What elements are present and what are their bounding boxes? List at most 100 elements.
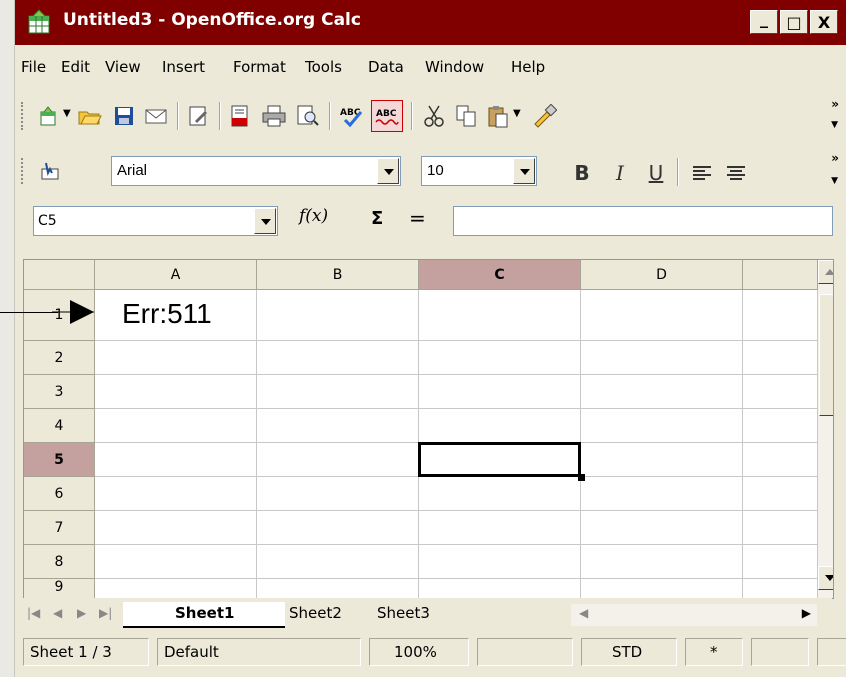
cell-a6[interactable] xyxy=(95,477,257,511)
fill-handle[interactable] xyxy=(578,474,585,481)
menu-help[interactable]: Help xyxy=(511,58,545,76)
tab-sheet2[interactable]: Sheet2 xyxy=(287,602,367,626)
menu-tools[interactable]: Tools xyxy=(305,58,342,76)
cell-e8[interactable] xyxy=(743,545,818,579)
cell-b1[interactable] xyxy=(257,290,419,341)
maximize-button[interactable]: □ xyxy=(780,10,808,34)
status-selection-mode[interactable]: STD xyxy=(581,638,677,666)
status-sheet[interactable]: Sheet 1 / 3 xyxy=(23,638,149,666)
clone-format-icon[interactable] xyxy=(529,101,559,131)
scroll-right-icon[interactable]: ▶ xyxy=(802,606,811,620)
cell-a9[interactable] xyxy=(95,579,257,598)
cell-b2[interactable] xyxy=(257,341,419,375)
function-button[interactable]: = xyxy=(409,206,426,230)
page-preview-icon[interactable] xyxy=(293,101,323,131)
row-header-3[interactable]: 3 xyxy=(24,375,95,409)
cell-c6[interactable] xyxy=(419,477,581,511)
font-size-dropdown-icon[interactable] xyxy=(513,158,535,184)
cell-e1[interactable] xyxy=(743,290,818,341)
underline-button[interactable]: U xyxy=(641,158,671,188)
cell-c3[interactable] xyxy=(419,375,581,409)
column-header-b[interactable]: B xyxy=(257,260,419,290)
cell-a2[interactable] xyxy=(95,341,257,375)
save-icon[interactable] xyxy=(109,101,139,131)
cell-e3[interactable] xyxy=(743,375,818,409)
row-header-2[interactable]: 2 xyxy=(24,341,95,375)
scroll-thumb[interactable] xyxy=(819,294,833,416)
row-header-4[interactable]: 4 xyxy=(24,409,95,443)
cell-d4[interactable] xyxy=(581,409,743,443)
cell-c4[interactable] xyxy=(419,409,581,443)
align-left-button[interactable] xyxy=(687,158,717,188)
spreadsheet-grid[interactable]: A B C D 1 2 3 4 5 6 7 8 9 Err:511 xyxy=(23,259,834,599)
align-center-button[interactable] xyxy=(721,158,751,188)
open-icon[interactable] xyxy=(75,101,105,131)
close-button[interactable]: X xyxy=(810,10,838,34)
cell-b9[interactable] xyxy=(257,579,419,598)
paste-dropdown-icon[interactable]: ▼ xyxy=(513,108,521,119)
prev-sheet-icon[interactable]: ◀ xyxy=(53,606,62,620)
format-toolbar-options-icon[interactable]: ▼ xyxy=(831,176,838,186)
bold-button[interactable]: B xyxy=(567,158,597,188)
italic-button[interactable]: I xyxy=(605,158,635,188)
cell-a5[interactable] xyxy=(95,443,257,477)
cell-d7[interactable] xyxy=(581,511,743,545)
print-icon[interactable] xyxy=(259,101,289,131)
row-header-9[interactable]: 9 xyxy=(24,579,95,598)
menu-file[interactable]: File xyxy=(21,58,46,76)
cell-a8[interactable] xyxy=(95,545,257,579)
menu-insert[interactable]: Insert xyxy=(162,58,205,76)
status-page-style[interactable]: Default xyxy=(157,638,361,666)
last-sheet-icon[interactable]: ▶| xyxy=(99,606,112,620)
toolbar-overflow-icon[interactable]: » xyxy=(831,98,839,110)
menu-data[interactable]: Data xyxy=(368,58,404,76)
email-icon[interactable] xyxy=(141,101,171,131)
scroll-left-icon[interactable]: ◀ xyxy=(579,606,588,620)
cell-b5[interactable] xyxy=(257,443,419,477)
cut-icon[interactable] xyxy=(419,101,449,131)
status-insert-mode[interactable] xyxy=(477,638,573,666)
cell-e9[interactable] xyxy=(743,579,818,598)
cell-c7[interactable] xyxy=(419,511,581,545)
name-box[interactable]: C5 xyxy=(33,206,278,236)
styles-formatting-icon[interactable] xyxy=(35,156,65,186)
cell-d1[interactable] xyxy=(581,290,743,341)
column-header-d[interactable]: D xyxy=(581,260,743,290)
horizontal-scrollbar[interactable]: ◀ ▶ xyxy=(571,604,817,626)
cell-c9[interactable] xyxy=(419,579,581,598)
column-header-c[interactable]: C xyxy=(419,260,581,290)
row-header-6[interactable]: 6 xyxy=(24,477,95,511)
font-name-dropdown-icon[interactable] xyxy=(377,158,399,184)
cell-cursor-c5[interactable] xyxy=(418,442,581,477)
toolbar-options-icon[interactable]: ▼ xyxy=(831,120,838,130)
edit-file-icon[interactable] xyxy=(183,101,213,131)
cell-c2[interactable] xyxy=(419,341,581,375)
cell-e7[interactable] xyxy=(743,511,818,545)
menu-format[interactable]: Format xyxy=(233,58,286,76)
row-header-7[interactable]: 7 xyxy=(24,511,95,545)
cell-b8[interactable] xyxy=(257,545,419,579)
cell-d5[interactable] xyxy=(581,443,743,477)
first-sheet-icon[interactable]: |◀ xyxy=(27,606,40,620)
minimize-button[interactable]: _ xyxy=(750,9,778,34)
cell-d8[interactable] xyxy=(581,545,743,579)
next-sheet-icon[interactable]: ▶ xyxy=(77,606,86,620)
title-bar[interactable]: Untitled3 - OpenOffice.org Calc _ □ X xyxy=(15,0,846,45)
cell-b3[interactable] xyxy=(257,375,419,409)
tab-sheet3[interactable]: Sheet3 xyxy=(377,602,457,626)
cell-e5[interactable] xyxy=(743,443,818,477)
formula-input[interactable] xyxy=(453,206,833,236)
menu-edit[interactable]: Edit xyxy=(61,58,90,76)
status-signature[interactable] xyxy=(751,638,809,666)
cell-c1[interactable] xyxy=(419,290,581,341)
cell-a1-value[interactable]: Err:511 xyxy=(122,298,212,330)
autospellcheck-icon[interactable]: ABC xyxy=(371,100,403,132)
column-header-e[interactable] xyxy=(743,260,818,290)
row-header-8[interactable]: 8 xyxy=(24,545,95,579)
cell-d3[interactable] xyxy=(581,375,743,409)
cell-b6[interactable] xyxy=(257,477,419,511)
font-size-combobox[interactable]: 10 xyxy=(421,156,537,186)
column-header-a[interactable]: A xyxy=(95,260,257,290)
new-icon[interactable] xyxy=(33,101,63,131)
menu-window[interactable]: Window xyxy=(425,58,484,76)
